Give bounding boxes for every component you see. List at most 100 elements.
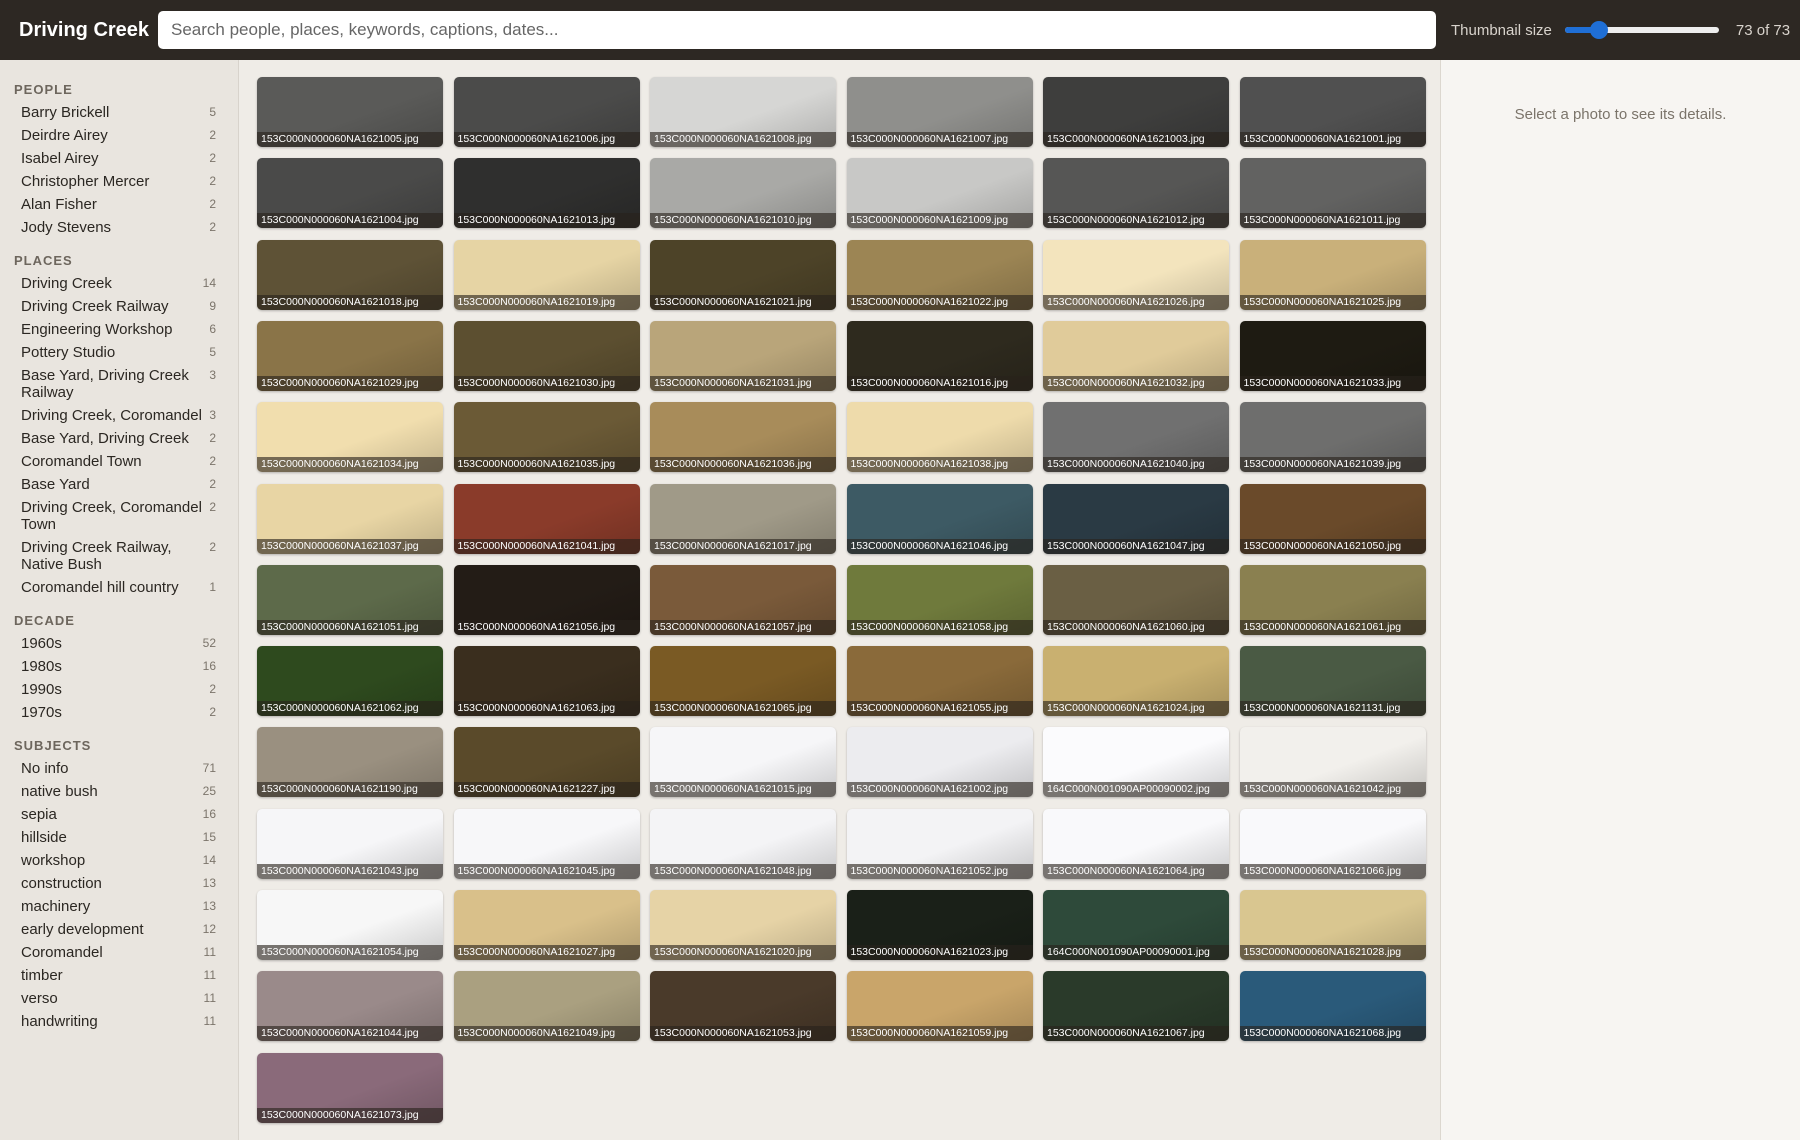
facet-item[interactable]: 1970s 2 [0, 701, 238, 724]
facet-item[interactable]: machinery 13 [0, 895, 238, 918]
photo-thumbnail[interactable]: 153C000N000060NA1621033.jpg [1239, 320, 1426, 391]
photo-thumbnail[interactable]: 153C000N000060NA1621044.jpg [257, 971, 443, 1042]
photo-thumbnail[interactable]: 153C000N000060NA1621048.jpg [650, 808, 836, 879]
photo-thumbnail[interactable]: 164C000N001090AP00090001.jpg [1043, 890, 1229, 960]
photo-thumbnail[interactable]: 153C000N000060NA1621001.jpg [1239, 77, 1426, 147]
facet-item[interactable]: Isabel Airey 2 [0, 147, 238, 170]
photo-thumbnail[interactable]: 153C000N000060NA1621010.jpg [650, 158, 836, 229]
photo-thumbnail[interactable]: 153C000N000060NA1621026.jpg [1043, 239, 1229, 310]
facet-item[interactable]: 1980s 16 [0, 655, 238, 678]
photo-thumbnail[interactable]: 153C000N000060NA1621039.jpg [1239, 402, 1426, 473]
photo-thumbnail[interactable]: 153C000N000060NA1621073.jpg [257, 1052, 443, 1123]
photo-thumbnail[interactable]: 153C000N000060NA1621049.jpg [453, 971, 640, 1042]
photo-thumbnail[interactable]: 153C000N000060NA1621027.jpg [453, 890, 640, 960]
photo-thumbnail[interactable]: 153C000N000060NA1621052.jpg [846, 808, 1033, 879]
photo-thumbnail[interactable]: 153C000N000060NA1621059.jpg [846, 971, 1033, 1042]
photo-thumbnail[interactable]: 153C000N000060NA1621227.jpg [453, 727, 640, 798]
search-input[interactable] [158, 11, 1436, 49]
photo-thumbnail[interactable]: 153C000N000060NA1621050.jpg [1239, 483, 1426, 554]
photo-thumbnail[interactable]: 153C000N000060NA1621054.jpg [257, 890, 443, 960]
facet-item[interactable]: Base Yard, Driving Creek Railway 3 [0, 364, 238, 404]
photo-thumbnail[interactable]: 153C000N000060NA1621065.jpg [650, 646, 836, 717]
photo-thumbnail[interactable]: 153C000N000060NA1621035.jpg [453, 402, 640, 473]
facet-item[interactable]: Jody Stevens 2 [0, 216, 238, 239]
photo-thumbnail[interactable]: 153C000N000060NA1621024.jpg [1043, 646, 1229, 717]
facet-item[interactable]: Driving Creek 14 [0, 272, 238, 295]
photo-thumbnail[interactable]: 153C000N000060NA1621043.jpg [257, 808, 443, 879]
photo-thumbnail[interactable]: 153C000N000060NA1621015.jpg [650, 727, 836, 798]
facet-item[interactable]: Coromandel hill country 1 [0, 576, 238, 599]
photo-thumbnail[interactable]: 153C000N000060NA1621005.jpg [257, 77, 443, 147]
photo-thumbnail[interactable]: 153C000N000060NA1621017.jpg [650, 483, 836, 554]
photo-thumbnail[interactable]: 153C000N000060NA1621040.jpg [1043, 402, 1229, 473]
photo-thumbnail[interactable]: 153C000N000060NA1621034.jpg [257, 402, 443, 473]
photo-thumbnail[interactable]: 153C000N000060NA1621004.jpg [257, 158, 443, 229]
facet-item[interactable]: hillside 15 [0, 826, 238, 849]
photo-thumbnail[interactable]: 153C000N000060NA1621002.jpg [846, 727, 1033, 798]
facet-item[interactable]: Alan Fisher 2 [0, 193, 238, 216]
facet-item[interactable]: construction 13 [0, 872, 238, 895]
photo-thumbnail[interactable]: 153C000N000060NA1621066.jpg [1239, 808, 1426, 879]
photo-thumbnail[interactable]: 153C000N000060NA1621030.jpg [453, 320, 640, 391]
photo-thumbnail[interactable]: 153C000N000060NA1621051.jpg [257, 564, 443, 635]
facet-item[interactable]: Engineering Workshop 6 [0, 318, 238, 341]
photo-thumbnail[interactable]: 153C000N000060NA1621032.jpg [1043, 320, 1229, 391]
facet-item[interactable]: handwriting 11 [0, 1010, 238, 1033]
facet-item[interactable]: Base Yard, Driving Creek 2 [0, 427, 238, 450]
photo-thumbnail[interactable]: 153C000N000060NA1621041.jpg [453, 483, 640, 554]
photo-thumbnail[interactable]: 153C000N000060NA1621053.jpg [650, 971, 836, 1042]
facet-item[interactable]: Coromandel 11 [0, 941, 238, 964]
thumbnail-size-slider[interactable] [1564, 20, 1719, 40]
photo-thumbnail[interactable]: 153C000N000060NA1621031.jpg [650, 320, 836, 391]
photo-thumbnail[interactable]: 153C000N000060NA1621047.jpg [1043, 483, 1229, 554]
photo-thumbnail[interactable]: 164C000N001090AP00090002.jpg [1043, 727, 1229, 798]
photo-thumbnail[interactable]: 153C000N000060NA1621006.jpg [453, 77, 640, 147]
photo-thumbnail[interactable]: 153C000N000060NA1621062.jpg [257, 646, 443, 717]
photo-thumbnail[interactable]: 153C000N000060NA1621022.jpg [846, 239, 1033, 310]
facet-item[interactable]: Driving Creek, Coromandel 3 [0, 404, 238, 427]
facet-item[interactable]: Christopher Mercer 2 [0, 170, 238, 193]
photo-thumbnail[interactable]: 153C000N000060NA1621068.jpg [1239, 971, 1426, 1042]
photo-thumbnail[interactable]: 153C000N000060NA1621036.jpg [650, 402, 836, 473]
photo-thumbnail[interactable]: 153C000N000060NA1621037.jpg [257, 483, 443, 554]
facet-item[interactable]: native bush 25 [0, 780, 238, 803]
facet-item[interactable]: Driving Creek Railway 9 [0, 295, 238, 318]
photo-thumbnail[interactable]: 153C000N000060NA1621061.jpg [1239, 564, 1426, 635]
photo-thumbnail[interactable]: 153C000N000060NA1621019.jpg [453, 239, 640, 310]
facet-item[interactable]: workshop 14 [0, 849, 238, 872]
photo-thumbnail[interactable]: 153C000N000060NA1621058.jpg [846, 564, 1033, 635]
photo-thumbnail[interactable]: 153C000N000060NA1621028.jpg [1239, 890, 1426, 960]
facet-item[interactable]: 1960s 52 [0, 632, 238, 655]
photo-thumbnail[interactable]: 153C000N000060NA1621012.jpg [1043, 158, 1229, 229]
photo-thumbnail[interactable]: 153C000N000060NA1621011.jpg [1239, 158, 1426, 229]
facet-item[interactable]: Barry Brickell 5 [0, 101, 238, 124]
photo-thumbnail[interactable]: 153C000N000060NA1621018.jpg [257, 239, 443, 310]
photo-thumbnail[interactable]: 153C000N000060NA1621067.jpg [1043, 971, 1229, 1042]
photo-thumbnail[interactable]: 153C000N000060NA1621046.jpg [846, 483, 1033, 554]
facet-item[interactable]: early development 12 [0, 918, 238, 941]
photo-thumbnail[interactable]: 153C000N000060NA1621021.jpg [650, 239, 836, 310]
photo-thumbnail[interactable]: 153C000N000060NA1621038.jpg [846, 402, 1033, 473]
photo-thumbnail[interactable]: 153C000N000060NA1621131.jpg [1239, 646, 1426, 717]
facet-item[interactable]: Deirdre Airey 2 [0, 124, 238, 147]
photo-thumbnail[interactable]: 153C000N000060NA1621003.jpg [1043, 77, 1229, 147]
facet-item[interactable]: timber 11 [0, 964, 238, 987]
facet-item[interactable]: 1990s 2 [0, 678, 238, 701]
photo-thumbnail[interactable]: 153C000N000060NA1621060.jpg [1043, 564, 1229, 635]
facet-item[interactable]: Base Yard 2 [0, 473, 238, 496]
slider-handle[interactable] [1589, 21, 1608, 39]
photo-thumbnail[interactable]: 153C000N000060NA1621190.jpg [257, 727, 443, 798]
photo-thumbnail[interactable]: 153C000N000060NA1621025.jpg [1239, 239, 1426, 310]
photo-thumbnail[interactable]: 153C000N000060NA1621020.jpg [650, 890, 836, 960]
photo-thumbnail[interactable]: 153C000N000060NA1621042.jpg [1239, 727, 1426, 798]
photo-thumbnail[interactable]: 153C000N000060NA1621008.jpg [650, 77, 836, 147]
photo-thumbnail[interactable]: 153C000N000060NA1621007.jpg [846, 77, 1033, 147]
photo-thumbnail[interactable]: 153C000N000060NA1621055.jpg [846, 646, 1033, 717]
photo-thumbnail[interactable]: 153C000N000060NA1621013.jpg [453, 158, 640, 229]
photo-thumbnail[interactable]: 153C000N000060NA1621063.jpg [453, 646, 640, 717]
facet-item[interactable]: No info 71 [0, 757, 238, 780]
photo-thumbnail[interactable]: 153C000N000060NA1621023.jpg [846, 890, 1033, 960]
facet-item[interactable]: verso 11 [0, 987, 238, 1010]
photo-thumbnail[interactable]: 153C000N000060NA1621045.jpg [453, 808, 640, 879]
photo-thumbnail[interactable]: 153C000N000060NA1621064.jpg [1043, 808, 1229, 879]
